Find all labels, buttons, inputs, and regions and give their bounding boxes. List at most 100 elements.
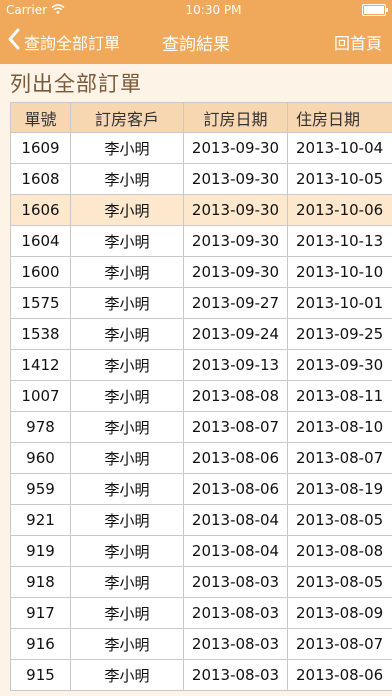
table-row[interactable]: 1606 李小明 2013-09-30 2013-10-06 <box>11 195 392 226</box>
checkin-date-cell: 2013-10-04 <box>296 139 384 157</box>
section-title: 列出全部訂單 <box>10 72 142 96</box>
booking-date-cell: 2013-08-04 <box>184 536 288 566</box>
table-row[interactable]: 978 李小明 2013-08-07 2013-08-10 <box>11 412 392 443</box>
order-number-cell: 959 <box>11 474 71 504</box>
checkin-date-cell: 2013-08-07 <box>296 449 384 467</box>
table-row[interactable]: 1608 李小明 2013-09-30 2013-10-05 <box>11 164 392 195</box>
header-order-number: 單號 <box>11 103 71 132</box>
table-row[interactable]: 1604 李小明 2013-09-30 2013-10-13 <box>11 226 392 257</box>
order-number-cell: 918 <box>11 567 71 597</box>
order-number-cell: 921 <box>11 505 71 535</box>
order-number-cell: 1609 <box>11 133 71 163</box>
checkin-date-cell: 2013-08-09 <box>296 604 384 622</box>
carrier-label: Carrier <box>6 3 48 17</box>
booking-date-cell: 2013-08-03 <box>184 567 288 597</box>
battery-icon <box>361 4 388 16</box>
customer-cell: 李小明 <box>71 226 184 256</box>
customer-cell: 李小明 <box>71 660 184 690</box>
booking-date-cell: 2013-08-08 <box>184 381 288 411</box>
booking-date-cell: 2013-08-03 <box>184 660 288 690</box>
customer-cell: 李小明 <box>71 412 184 442</box>
booking-date-cell: 2013-09-13 <box>184 350 288 380</box>
booking-date-cell: 2013-09-30 <box>184 226 288 256</box>
booking-date-cell: 2013-08-04 <box>184 505 288 535</box>
order-number-cell: 1604 <box>11 226 71 256</box>
order-number-cell: 1538 <box>11 319 71 349</box>
back-label: 查詢全部訂單 <box>24 34 121 53</box>
table-row[interactable]: 919 李小明 2013-08-04 2013-08-08 <box>11 536 392 567</box>
checkin-date-cell: 2013-08-06 <box>296 666 384 684</box>
checkin-date-cell: 2013-10-05 <box>296 170 384 188</box>
chevron-left-icon <box>8 28 20 55</box>
header-checkin-date: 住房日期 <box>296 109 361 129</box>
checkin-date-cell: 2013-08-19 <box>296 480 384 498</box>
order-number-cell: 960 <box>11 443 71 473</box>
checkin-date-cell: 2013-10-13 <box>296 232 384 250</box>
table-row[interactable]: 959 李小明 2013-08-06 2013-08-19 <box>11 474 392 505</box>
customer-cell: 李小明 <box>71 195 184 225</box>
booking-date-cell: 2013-09-30 <box>184 195 288 225</box>
checkin-date-cell: 2013-10-01 <box>296 294 384 312</box>
booking-date-cell: 2013-08-03 <box>184 629 288 659</box>
customer-cell: 李小明 <box>71 536 184 566</box>
checkin-date-cell: 2013-09-30 <box>296 356 384 374</box>
table-row[interactable]: 921 李小明 2013-08-04 2013-08-05 <box>11 505 392 536</box>
customer-cell: 李小明 <box>71 164 184 194</box>
order-number-cell: 1600 <box>11 257 71 287</box>
table-header-row: 單號 訂房客戶 訂房日期 住房日期 <box>11 102 392 133</box>
booking-date-cell: 2013-09-30 <box>184 257 288 287</box>
order-number-cell: 1575 <box>11 288 71 318</box>
table-row[interactable]: 1007 李小明 2013-08-08 2013-08-11 <box>11 381 392 412</box>
status-time: 10:30 PM <box>185 3 242 17</box>
order-number-cell: 1412 <box>11 350 71 380</box>
customer-cell: 李小明 <box>71 350 184 380</box>
wifi-icon <box>51 3 65 17</box>
table-row[interactable]: 1609 李小明 2013-09-30 2013-10-04 <box>11 133 392 164</box>
table-row[interactable]: 915 李小明 2013-08-03 2013-08-06 <box>11 660 392 691</box>
back-button[interactable]: 查詢全部訂單 <box>8 28 121 56</box>
order-number-cell: 1608 <box>11 164 71 194</box>
booking-date-cell: 2013-08-06 <box>184 443 288 473</box>
table-row[interactable]: 960 李小明 2013-08-06 2013-08-07 <box>11 443 392 474</box>
checkin-date-cell: 2013-08-11 <box>296 387 384 405</box>
table-row[interactable]: 1600 李小明 2013-09-30 2013-10-10 <box>11 257 392 288</box>
order-number-cell: 919 <box>11 536 71 566</box>
customer-cell: 李小明 <box>71 505 184 535</box>
order-number-cell: 1606 <box>11 195 71 225</box>
header-booking-date: 訂房日期 <box>184 103 288 132</box>
checkin-date-cell: 2013-08-07 <box>296 635 384 653</box>
table-row[interactable]: 1538 李小明 2013-09-24 2013-09-25 <box>11 319 392 350</box>
customer-cell: 李小明 <box>71 288 184 318</box>
customer-cell: 李小明 <box>71 381 184 411</box>
checkin-date-cell: 2013-08-05 <box>296 511 384 529</box>
table-row[interactable]: 918 李小明 2013-08-03 2013-08-05 <box>11 567 392 598</box>
checkin-date-cell: 2013-09-25 <box>296 325 384 343</box>
customer-cell: 李小明 <box>71 443 184 473</box>
header-customer: 訂房客戶 <box>71 103 184 132</box>
customer-cell: 李小明 <box>71 629 184 659</box>
checkin-date-cell: 2013-08-08 <box>296 542 384 560</box>
booking-date-cell: 2013-08-06 <box>184 474 288 504</box>
checkin-date-cell: 2013-08-05 <box>296 573 384 591</box>
checkin-date-cell: 2013-08-10 <box>296 418 384 436</box>
order-number-cell: 978 <box>11 412 71 442</box>
customer-cell: 李小明 <box>71 319 184 349</box>
order-number-cell: 1007 <box>11 381 71 411</box>
table-row[interactable]: 1575 李小明 2013-09-27 2013-10-01 <box>11 288 392 319</box>
table-row[interactable]: 917 李小明 2013-08-03 2013-08-09 <box>11 598 392 629</box>
customer-cell: 李小明 <box>71 257 184 287</box>
table-row[interactable]: 1412 李小明 2013-09-13 2013-09-30 <box>11 350 392 381</box>
booking-date-cell: 2013-09-27 <box>184 288 288 318</box>
checkin-date-cell: 2013-10-10 <box>296 263 384 281</box>
customer-cell: 李小明 <box>71 567 184 597</box>
order-number-cell: 915 <box>11 660 71 690</box>
booking-date-cell: 2013-09-30 <box>184 164 288 194</box>
customer-cell: 李小明 <box>71 133 184 163</box>
order-number-cell: 917 <box>11 598 71 628</box>
order-number-cell: 916 <box>11 629 71 659</box>
table-row[interactable]: 916 李小明 2013-08-03 2013-08-07 <box>11 629 392 660</box>
home-button[interactable]: 回首頁 <box>334 30 382 54</box>
booking-date-cell: 2013-09-24 <box>184 319 288 349</box>
booking-date-cell: 2013-09-30 <box>184 133 288 163</box>
checkin-date-cell: 2013-10-06 <box>296 201 384 219</box>
